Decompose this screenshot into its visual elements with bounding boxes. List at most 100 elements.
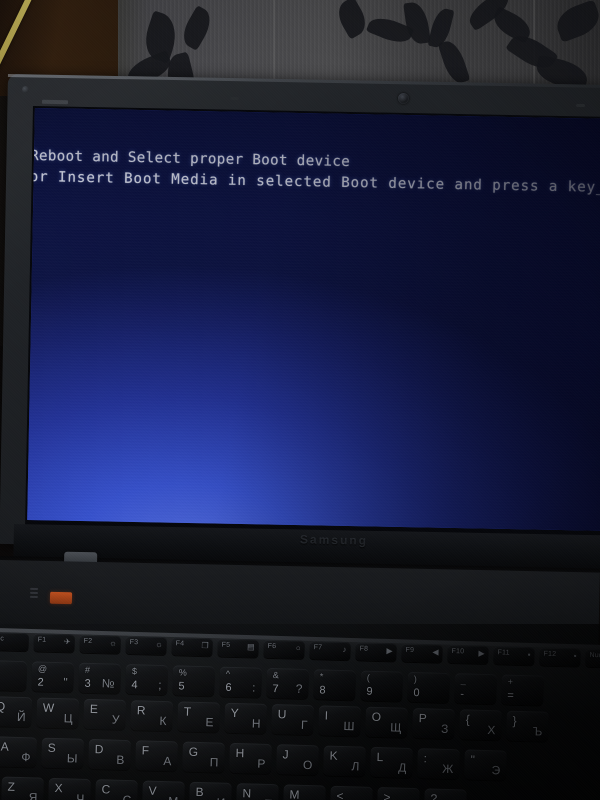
key-j[interactable]: JО xyxy=(276,744,319,776)
key-w[interactable]: WЦ xyxy=(36,697,80,729)
key-cyrillic-label: И xyxy=(216,796,225,800)
key-latin-label: H xyxy=(235,746,245,761)
key-function-label: F3 xyxy=(129,639,139,647)
status-led-indicators xyxy=(29,587,42,599)
key-f4[interactable]: F4 ❐ xyxy=(171,637,213,657)
key-latin-label: ? xyxy=(430,791,438,800)
key-8[interactable]: * 8 xyxy=(313,669,357,701)
key-5[interactable]: % 5 xyxy=(172,665,216,697)
keyboard-bottom-row[interactable]: ZЯXЧCСVМBИNТMЬ<Б>Ю?. xyxy=(1,776,467,800)
key-h[interactable]: HР xyxy=(229,742,272,775)
laptop-brand-logo: Samsung xyxy=(299,532,369,548)
key-symbol-label: _ xyxy=(460,675,466,686)
key-function-label: F6 xyxy=(267,642,277,651)
key-symbol-label: @ xyxy=(37,663,48,674)
key-f1[interactable]: F1 ✈ xyxy=(33,633,75,653)
key-function-label: F1 xyxy=(37,636,47,644)
key-r[interactable]: RК xyxy=(130,700,174,732)
key-latin-label: " xyxy=(470,752,476,767)
key-u[interactable]: UГ xyxy=(271,704,315,736)
key-e[interactable]: EУ xyxy=(83,698,127,730)
key-latin-label: T xyxy=(183,704,192,719)
key->[interactable]: >Ю xyxy=(376,787,420,800)
key-p[interactable]: PЗ xyxy=(412,707,455,740)
key-m[interactable]: MЬ xyxy=(282,784,326,800)
key-k[interactable]: KЛ xyxy=(323,745,366,777)
key-b[interactable]: BИ xyxy=(189,781,232,800)
key-c[interactable]: CС xyxy=(95,779,138,800)
key-d[interactable]: DВ xyxy=(88,738,131,771)
key-function-label: F12 xyxy=(543,650,557,658)
key--[interactable]: _ - xyxy=(454,673,497,705)
key-latin-label: D xyxy=(94,742,104,757)
key-{[interactable]: {Х xyxy=(459,709,502,741)
key-function-label: F10 xyxy=(451,648,465,656)
key-x[interactable]: XЧ xyxy=(48,777,91,800)
key-function-label: F4 xyxy=(175,640,185,648)
key-s[interactable]: SЫ xyxy=(41,737,85,769)
key-f5[interactable]: F5 ▤ xyxy=(217,638,259,658)
key-3[interactable]: #3 № xyxy=(78,662,122,694)
key-latin-label: Q xyxy=(0,699,6,714)
key-t[interactable]: TЕ xyxy=(177,701,221,733)
key-:[interactable]: :Ж xyxy=(417,748,460,780)
key-symbol-label: % xyxy=(178,667,188,678)
keyboard-home-row[interactable]: A Ф S Ы D В F А G П H Р J О K Л L Д: Ж " Э xyxy=(0,736,507,781)
key-latin-label: I xyxy=(324,708,329,723)
key-v[interactable]: VМ xyxy=(142,780,185,800)
key-a[interactable]: AФ xyxy=(0,736,38,768)
key-cyrillic-label: Г xyxy=(300,717,308,733)
keyboard[interactable]: Esc F1 ✈ F2 ☼ F3 ☼ F4 ❐ F5 ▤ F6 ○ F7 ♪ F8 ▶ F9 ◀ F10 ▶ F11 ▪ F1… xyxy=(0,630,600,800)
key-f9[interactable]: F9 ◀ xyxy=(401,643,443,663)
key-f7[interactable]: F7 ♪ xyxy=(309,641,351,661)
key-2[interactable]: @2 " xyxy=(31,661,75,693)
key-function-label: F8 xyxy=(359,645,369,653)
key-f10[interactable]: F10 ▶ xyxy=(447,644,489,665)
text-cursor: _ xyxy=(595,179,600,196)
key-"[interactable]: " Э xyxy=(464,749,507,781)
key-cyrillic-label: Э xyxy=(491,763,501,778)
key-latin-label: Z xyxy=(7,779,16,794)
key-esc[interactable]: Esc xyxy=(0,632,29,652)
key-cyrillic-label: Я xyxy=(28,790,38,800)
key-latin-label: > xyxy=(383,790,391,800)
key-cyrillic-label: Д xyxy=(397,760,407,775)
key-cyrillic-label: Ц xyxy=(63,711,73,726)
key-0[interactable]: ) 0 xyxy=(407,671,450,703)
key-cyrillic-label: А xyxy=(163,754,172,769)
key-}[interactable]: } Ъ xyxy=(506,710,549,742)
key-cyrillic-label: : xyxy=(251,680,256,695)
key-f11[interactable]: F11 ▪ xyxy=(493,646,535,666)
key-?[interactable]: ?. xyxy=(423,788,467,800)
key-q[interactable]: QЙ xyxy=(0,696,33,728)
key-main-label: 2 xyxy=(37,676,44,689)
key-n[interactable]: NТ xyxy=(235,783,279,800)
key-f[interactable]: FА xyxy=(135,740,178,772)
key-=[interactable]: + = xyxy=(501,674,544,706)
key-o[interactable]: OЩ xyxy=(365,706,408,738)
key-function-icon: ☼ xyxy=(155,639,163,649)
screen[interactable]: Reboot and Select proper Boot device or … xyxy=(27,108,600,531)
key-y[interactable]: YН xyxy=(224,702,268,734)
key-main-label: 0 xyxy=(413,686,420,700)
key-<[interactable]: <Б xyxy=(329,785,373,800)
key-1[interactable]: !1 xyxy=(0,659,28,692)
key-main-label: 8 xyxy=(319,684,326,697)
vendor-sticker xyxy=(49,591,73,605)
key-9[interactable]: (9 xyxy=(360,670,403,702)
key-g[interactable]: GП xyxy=(182,741,225,773)
key-i[interactable]: IШ xyxy=(318,705,362,737)
key-f6[interactable]: F6 ○ xyxy=(263,639,305,659)
key-f12[interactable]: F12 ▪ xyxy=(539,647,581,667)
key-cyrillic-label: В xyxy=(116,752,125,767)
key-4[interactable]: $4; xyxy=(125,663,169,696)
key-f3[interactable]: F3 ☼ xyxy=(125,635,167,656)
key-l[interactable]: LД xyxy=(370,746,413,778)
key-f2[interactable]: F2 ☼ xyxy=(79,634,121,654)
key-function-label: F2 xyxy=(83,637,93,645)
key-f8[interactable]: F8 ▶ xyxy=(355,642,397,662)
key-num-lock[interactable]: Num Lock xyxy=(585,648,600,668)
key-6[interactable]: ^ 6: xyxy=(219,666,263,698)
key-z[interactable]: ZЯ xyxy=(1,776,44,800)
key-7[interactable]: & 7? xyxy=(266,667,310,700)
